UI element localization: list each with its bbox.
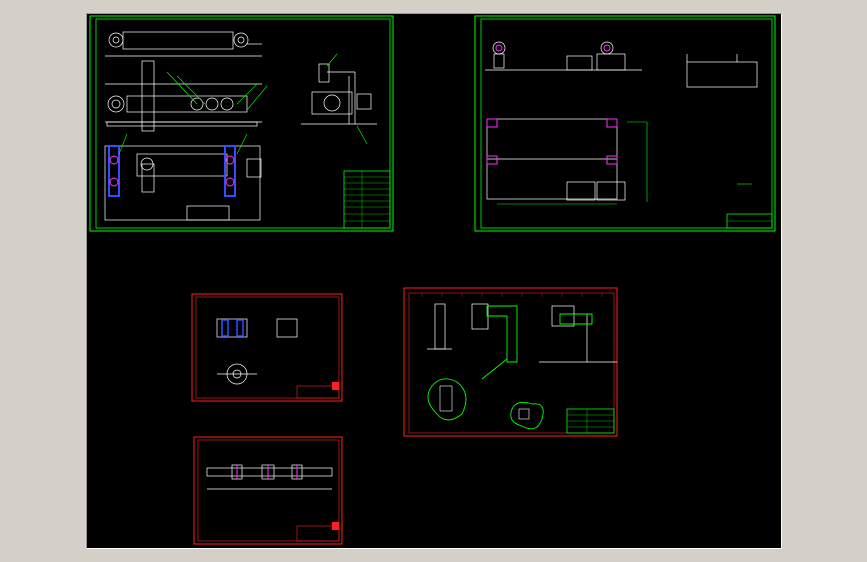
drawing-svg [89,15,776,545]
sheet-long-shaft[interactable] [193,436,343,545]
sheet-assembly[interactable] [89,15,394,232]
drawing-canvas[interactable] [86,13,782,549]
sheet-shaft-parts[interactable] [191,293,343,402]
sheet-bracket-parts[interactable] [403,287,618,437]
sheet-frame[interactable] [474,15,776,232]
cad-viewer-window [0,0,867,562]
